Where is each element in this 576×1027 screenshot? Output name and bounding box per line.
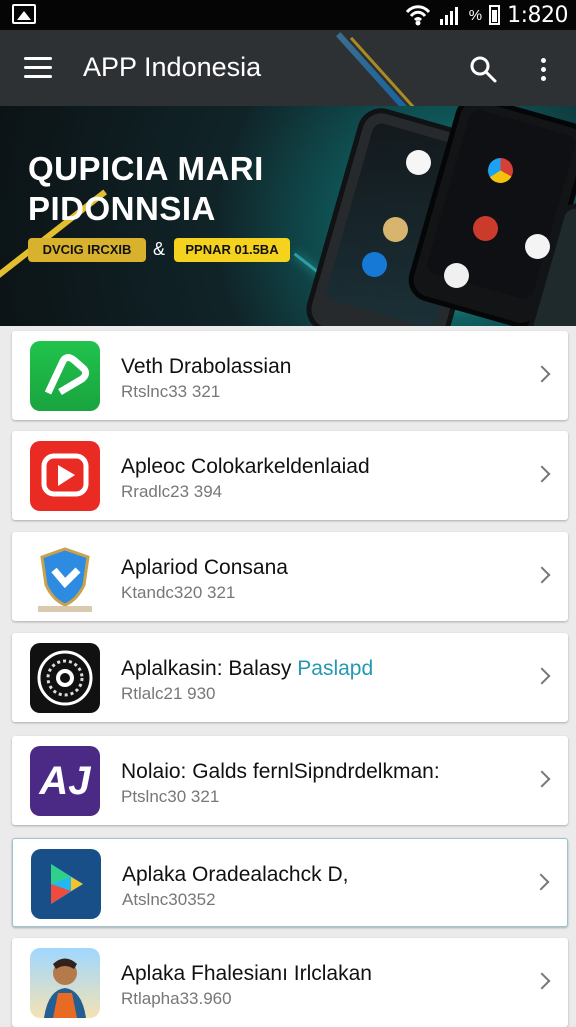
gallery-icon — [12, 4, 36, 24]
app-icon-illustration — [488, 158, 513, 183]
more-options-icon[interactable] — [536, 54, 552, 84]
app-meta: Rtslnc33 321 — [121, 382, 221, 401]
play-store-icon — [31, 849, 101, 919]
app-name: Aplaka Fhalesianı Irlclakan — [121, 962, 372, 985]
status-bar: % 1:820 — [0, 0, 576, 30]
chevron-right-icon[interactable] — [536, 972, 548, 992]
menu-icon[interactable] — [24, 57, 52, 79]
app-meta: Rtlapha33.960 — [121, 989, 232, 1008]
app-list-item[interactable]: Aplaka Oradealachck D, Atslnc30352 — [12, 838, 568, 927]
app-meta: Rtlalc21 930 — [121, 684, 216, 703]
app-name: Aplariod Consana — [121, 556, 288, 579]
promo-banner[interactable]: QUPICIA MARI PIDONNSIA DVCIG IRCXIB & PP… — [0, 106, 576, 326]
battery-percent: % — [468, 6, 483, 24]
app-list-item[interactable]: Aplariod Consana Ktandc320 321 — [12, 532, 568, 621]
chevron-right-icon[interactable] — [536, 465, 548, 485]
green-play-icon — [30, 341, 100, 411]
chevron-right-icon[interactable] — [535, 873, 547, 893]
app-name: Aplaka Oradealachck D, — [122, 863, 349, 886]
wifi-icon — [405, 5, 430, 26]
app-list-item[interactable]: Aplalkasin: Balasy Paslapd Rtlalc21 930 — [12, 633, 568, 722]
app-name: Aplalkasin: Balasy Paslapd — [121, 657, 374, 680]
red-play-icon — [30, 441, 100, 511]
status-indicators: % 1:820 — [405, 2, 568, 28]
app-icon-illustration — [406, 150, 431, 175]
shield-icon — [30, 542, 100, 612]
app-meta: Ktandc320 321 — [121, 583, 236, 602]
chevron-right-icon[interactable] — [536, 566, 548, 586]
person-icon — [30, 948, 100, 1018]
app-icon-illustration — [525, 234, 550, 259]
app-name: Nolaio: Galds fernlSipndrdelkman: — [121, 760, 440, 783]
app-meta: Ptslnc30 321 — [121, 787, 220, 806]
app-icon-illustration — [444, 263, 469, 288]
app-icon-illustration — [473, 216, 498, 241]
app-meta: Rradlc23 394 — [121, 482, 223, 501]
banner-badge-left[interactable]: DVCIG IRCXIB — [28, 238, 146, 262]
search-icon[interactable] — [468, 54, 498, 84]
app-list-item[interactable]: AJ Nolaio: Galds fernlSipndrdelkman: Pts… — [12, 736, 568, 825]
banner-title-line-1: QUPICIA MARI — [28, 150, 264, 187]
app-icon-illustration — [362, 252, 387, 277]
app-list: Veth Drabolassian Rtslnc33 321 Apleoc Co… — [0, 326, 576, 1027]
app-list-item[interactable]: Veth Drabolassian Rtslnc33 321 — [12, 331, 568, 420]
banner-title-line-2: PIDONNSIA — [28, 190, 216, 227]
app-list-item[interactable]: Aplaka Fhalesianı Irlclakan Rtlapha33.96… — [12, 938, 568, 1027]
app-icon-illustration — [383, 217, 408, 242]
banner-badge-right[interactable]: PPNAR 01.5BA — [174, 238, 290, 262]
app-name: Veth Drabolassian — [121, 355, 292, 378]
page-title: APP Indonesia — [83, 52, 262, 82]
top-app-bar: APP Indonesia — [0, 30, 576, 106]
app-list-item[interactable]: Apleoc Colokarkeldenlaiad Rradlc23 394 — [12, 431, 568, 520]
app-meta: Atslnc30352 — [122, 890, 216, 909]
banner-separator: & — [153, 239, 166, 259]
signal-icon — [439, 7, 458, 25]
status-time: 1:820 — [507, 2, 568, 28]
chevron-right-icon[interactable] — [536, 365, 548, 385]
chevron-right-icon[interactable] — [536, 667, 548, 687]
aj-icon: AJ — [30, 746, 100, 816]
battery-icon — [489, 5, 501, 25]
circle-dial-icon — [30, 643, 100, 713]
chevron-right-icon[interactable] — [536, 770, 548, 790]
app-name: Apleoc Colokarkeldenlaiad — [121, 455, 370, 478]
phone-illustration — [300, 106, 576, 326]
